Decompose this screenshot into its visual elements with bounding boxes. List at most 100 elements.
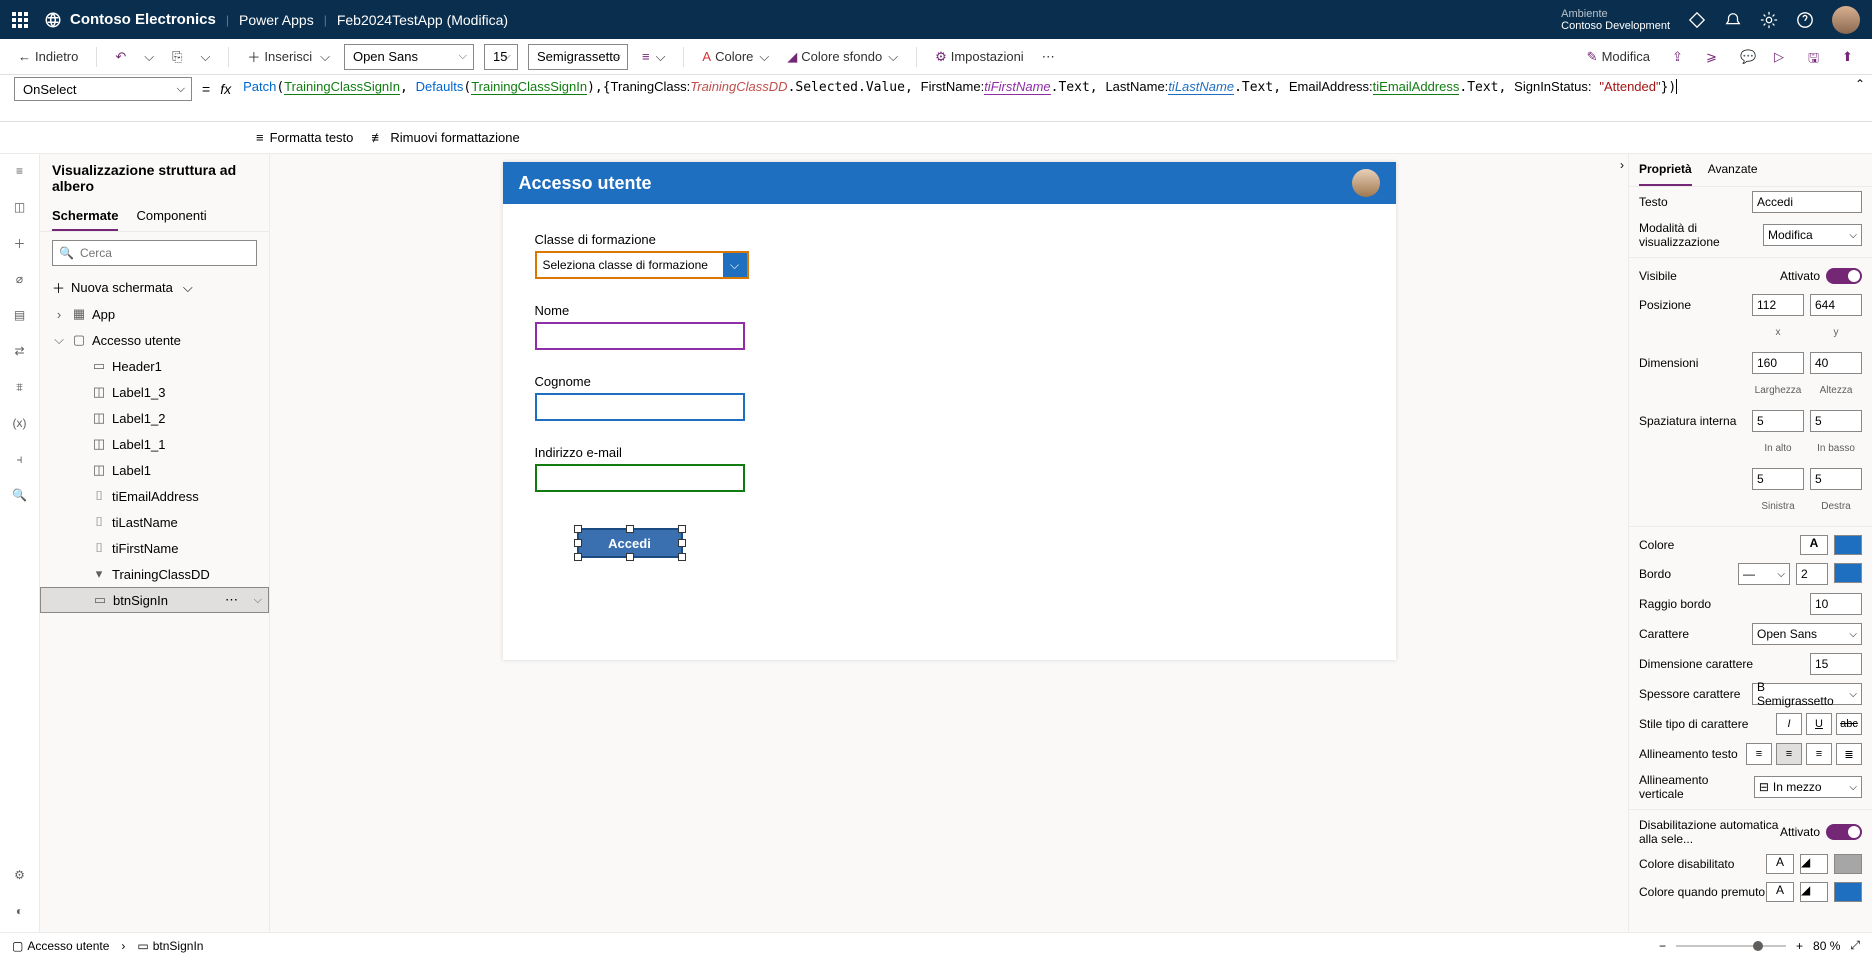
settings-button[interactable]: ⚙Impostazioni	[931, 47, 1028, 67]
monitor-icon[interactable]: ⩾	[1706, 49, 1722, 65]
prop-text-input[interactable]: Accedi	[1752, 191, 1862, 213]
border-width-input[interactable]: 2	[1796, 563, 1828, 585]
tree-item-tiemail[interactable]: ⌷tiEmailAddress	[40, 483, 269, 509]
strike-button[interactable]: abc	[1836, 713, 1862, 735]
share-icon[interactable]: ⇪	[1672, 49, 1688, 65]
tab-properties[interactable]: Proprietà	[1639, 154, 1692, 186]
tree-item-tilast[interactable]: ⌷tiLastName	[40, 509, 269, 535]
insert-icon[interactable]: ＋	[11, 234, 29, 252]
pressed-fill-swatch[interactable]	[1834, 882, 1862, 902]
email-input[interactable]	[535, 464, 745, 492]
valign-select[interactable]: ⊟In mezzo	[1754, 776, 1862, 798]
bell-icon[interactable]	[1724, 11, 1742, 29]
format-text-button[interactable]: ≡Formatta testo	[256, 130, 353, 145]
radius-input[interactable]: 10	[1810, 593, 1862, 615]
tree-item-label1[interactable]: ◫Label1	[40, 457, 269, 483]
environment-picker[interactable]: Ambiente Contoso Development	[1561, 8, 1670, 32]
zoom-out-button[interactable]: −	[1659, 939, 1666, 953]
align-left-button[interactable]: ≡	[1746, 743, 1772, 765]
font-size-select[interactable]: 15	[484, 44, 518, 70]
remove-format-button[interactable]: ≢Rimuovi formattazione	[371, 130, 519, 145]
disabled-text-swatch[interactable]: A	[1766, 854, 1794, 874]
tree-item-screen[interactable]: ⌵▢Accesso utente	[40, 327, 269, 353]
tab-components[interactable]: Componenti	[136, 202, 206, 231]
more-button[interactable]: ⋯	[1038, 47, 1059, 67]
fontweight-select[interactable]: B Semigrassetto	[1752, 683, 1862, 705]
align-justify-button[interactable]: ≣	[1836, 743, 1862, 765]
firstname-input[interactable]	[535, 322, 745, 350]
tree-item-btn[interactable]: ▭btnSignIn⋯	[40, 587, 269, 613]
tests-icon[interactable]: ⫞	[11, 450, 29, 468]
pos-x-input[interactable]: 112	[1752, 294, 1804, 316]
paste-dropdown[interactable]: ⌵	[197, 47, 215, 67]
align-center-button[interactable]: ≡	[1776, 743, 1802, 765]
hamburger-icon[interactable]: ≡	[11, 162, 29, 180]
pad-left-input[interactable]: 5	[1752, 468, 1804, 490]
lastname-input[interactable]	[535, 393, 745, 421]
edit-button[interactable]: ✎Modifica	[1583, 47, 1654, 67]
pressed-text-swatch[interactable]: A	[1766, 882, 1794, 902]
property-select[interactable]: OnSelect	[14, 77, 192, 101]
prop-displaymode-select[interactable]: Modifica	[1763, 224, 1862, 246]
save-icon[interactable]: 🖫	[1808, 49, 1824, 65]
tree-item-header[interactable]: ▭Header1	[40, 353, 269, 379]
user-avatar[interactable]	[1832, 6, 1860, 34]
height-input[interactable]: 40	[1810, 352, 1862, 374]
ask-icon[interactable]: ◐	[11, 902, 29, 920]
border-color-swatch[interactable]	[1834, 563, 1862, 583]
formula-expand-icon[interactable]: ⌃	[1848, 77, 1872, 91]
autodisable-toggle[interactable]	[1826, 824, 1862, 840]
font-weight-select[interactable]: Semigrassetto	[528, 44, 628, 70]
tree-item-tifirst[interactable]: ⌷tiFirstName	[40, 535, 269, 561]
media-icon[interactable]: ▤	[11, 306, 29, 324]
fit-icon[interactable]: ⤢	[1850, 938, 1860, 953]
fill-color-swatch[interactable]	[1834, 535, 1862, 555]
pos-y-input[interactable]: 644	[1810, 294, 1862, 316]
border-style-select[interactable]: —	[1738, 563, 1790, 585]
advanced-icon[interactable]: ⩨	[11, 378, 29, 396]
zoom-slider[interactable]	[1676, 945, 1786, 947]
tree-item-label13[interactable]: ◫Label1_3	[40, 379, 269, 405]
font-select[interactable]: Open Sans	[344, 44, 474, 70]
settings-rail-icon[interactable]: ⚙	[11, 866, 29, 884]
variables-icon[interactable]: (x)	[11, 414, 29, 432]
align-button[interactable]: ≡⌵	[638, 47, 669, 67]
align-right-button[interactable]: ≡	[1806, 743, 1832, 765]
waffle-icon[interactable]	[12, 12, 28, 28]
fontsize-input[interactable]: 15	[1810, 653, 1862, 675]
undo-dropdown[interactable]: ⌵	[140, 47, 158, 67]
tree-item-label11[interactable]: ◫Label1_1	[40, 431, 269, 457]
new-screen-button[interactable]: ＋Nuova schermata⌵	[40, 274, 269, 301]
pad-right-input[interactable]: 5	[1810, 468, 1862, 490]
tree-item-dd[interactable]: ▾TrainingClassDD	[40, 561, 269, 587]
signin-button[interactable]: Accedi	[577, 528, 683, 558]
bc-screen[interactable]: ▢Accesso utente	[12, 939, 109, 953]
data-icon[interactable]: ⌀	[11, 270, 29, 288]
bgcolor-button[interactable]: ◢Colore sfondo⌵	[783, 47, 902, 67]
formula-input[interactable]: Patch(TrainingClassSignIn, Defaults(Trai…	[239, 77, 1848, 98]
publish-icon[interactable]: ⬆	[1842, 49, 1858, 65]
search-input[interactable]: 🔍	[52, 240, 257, 266]
underline-button[interactable]: U	[1806, 713, 1832, 735]
more-icon[interactable]: ⋯	[225, 592, 238, 608]
italic-button[interactable]: I	[1776, 713, 1802, 735]
tree-item-app[interactable]: ›▦App	[40, 301, 269, 327]
preview-icon[interactable]: ▷	[1774, 49, 1790, 65]
comment-icon[interactable]: 💬	[1740, 49, 1756, 65]
tab-screens[interactable]: Schermate	[52, 202, 118, 231]
pad-top-input[interactable]: 5	[1752, 410, 1804, 432]
font-select-prop[interactable]: Open Sans	[1752, 623, 1862, 645]
tree-item-label12[interactable]: ◫Label1_2	[40, 405, 269, 431]
search-rail-icon[interactable]: 🔍	[11, 486, 29, 504]
diamond-icon[interactable]	[1688, 11, 1706, 29]
color-button[interactable]: AColore⌵	[698, 47, 773, 67]
canvas-expand-icon[interactable]: ›	[1620, 158, 1624, 172]
training-class-dropdown[interactable]: Seleziona classe di formazione⌵	[535, 251, 749, 279]
text-color-swatch[interactable]: A	[1800, 535, 1828, 555]
tab-advanced[interactable]: Avanzate	[1708, 154, 1758, 186]
visible-toggle[interactable]	[1826, 268, 1862, 284]
disabled-fill-swatch[interactable]	[1834, 854, 1862, 874]
flow-icon[interactable]: ⇄	[11, 342, 29, 360]
zoom-in-button[interactable]: +	[1796, 939, 1803, 953]
width-input[interactable]: 160	[1752, 352, 1804, 374]
